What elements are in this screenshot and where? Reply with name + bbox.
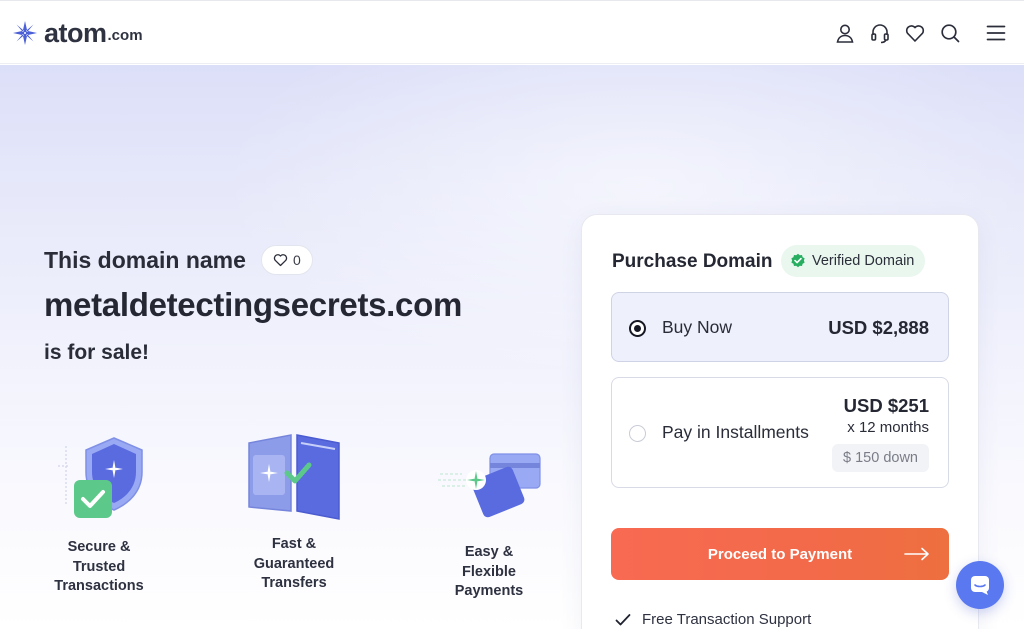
check-icon — [615, 613, 631, 625]
heart-icon[interactable] — [904, 22, 926, 44]
buy-now-radio[interactable] — [629, 320, 646, 337]
buy-now-label: Buy Now — [662, 317, 733, 337]
search-icon[interactable] — [939, 22, 961, 44]
support-label: Free Transaction Support — [642, 611, 812, 628]
feature-transfer-label: Fast & Guaranteed Transfers — [253, 536, 335, 591]
headset-icon[interactable] — [869, 22, 891, 44]
logo-wordmark: atom — [44, 17, 107, 48]
installments-label: Pay in Installments — [662, 422, 809, 442]
shield-check-icon — [58, 437, 143, 518]
favorite-count: 0 — [292, 252, 301, 268]
purchase-title: Purchase Domain — [612, 251, 773, 272]
option-installments[interactable]: Pay in Installments USD $251 x 12 months… — [611, 377, 949, 488]
headline-line1: This domain name 0 — [44, 245, 313, 275]
installments-term: x 12 months — [847, 419, 929, 436]
installments-price: USD $251 — [843, 395, 929, 416]
buy-now-price: USD $2,888 — [828, 317, 929, 338]
atom-star-icon — [13, 21, 37, 45]
installments-down-payment: $ 150 down — [832, 444, 929, 472]
verified-label: Verified Domain — [812, 253, 915, 269]
installments-radio[interactable] — [629, 425, 646, 442]
proceed-label: Proceed to Payment — [707, 545, 853, 563]
transfer-cards-icon — [248, 434, 340, 520]
menu-icon[interactable] — [985, 22, 1007, 44]
chat-launcher-button[interactable] — [956, 561, 1004, 609]
verified-check-icon — [791, 253, 805, 268]
domain-name: metaldetectingsecrets.com — [44, 286, 463, 323]
feature-payments: Easy & Flexible Payments — [436, 450, 542, 602]
proceed-to-payment-button[interactable]: Proceed to Payment — [611, 528, 949, 580]
option-buy-now[interactable]: Buy Now USD $2,888 — [611, 292, 949, 362]
site-header: atom .com — [0, 0, 1024, 64]
feature-payments-label: Easy & Flexible Payments — [454, 544, 524, 599]
feature-secure: Secure & Trusted Transactions — [48, 436, 150, 597]
heart-icon — [273, 254, 288, 267]
verified-badge: Verified Domain — [781, 245, 926, 277]
purchase-card: Purchase Domain Verified Domain Buy Now … — [581, 214, 979, 629]
user-icon[interactable] — [834, 22, 856, 44]
support-item: Free Transaction Support — [615, 611, 811, 628]
headline-text: This domain name — [44, 246, 246, 273]
feature-secure-label: Secure & Trusted Transactions — [54, 539, 144, 594]
feature-transfer: Fast & Guaranteed Transfers — [243, 433, 345, 594]
logo-tld: .com — [107, 27, 143, 44]
arrow-right-icon — [904, 547, 929, 561]
for-sale-text: is for sale! — [44, 341, 150, 364]
favorite-button[interactable]: 0 — [260, 245, 313, 275]
payment-cards-icon — [438, 453, 541, 518]
chat-icon — [971, 576, 989, 595]
atom-logo[interactable]: atom .com — [11, 18, 143, 48]
